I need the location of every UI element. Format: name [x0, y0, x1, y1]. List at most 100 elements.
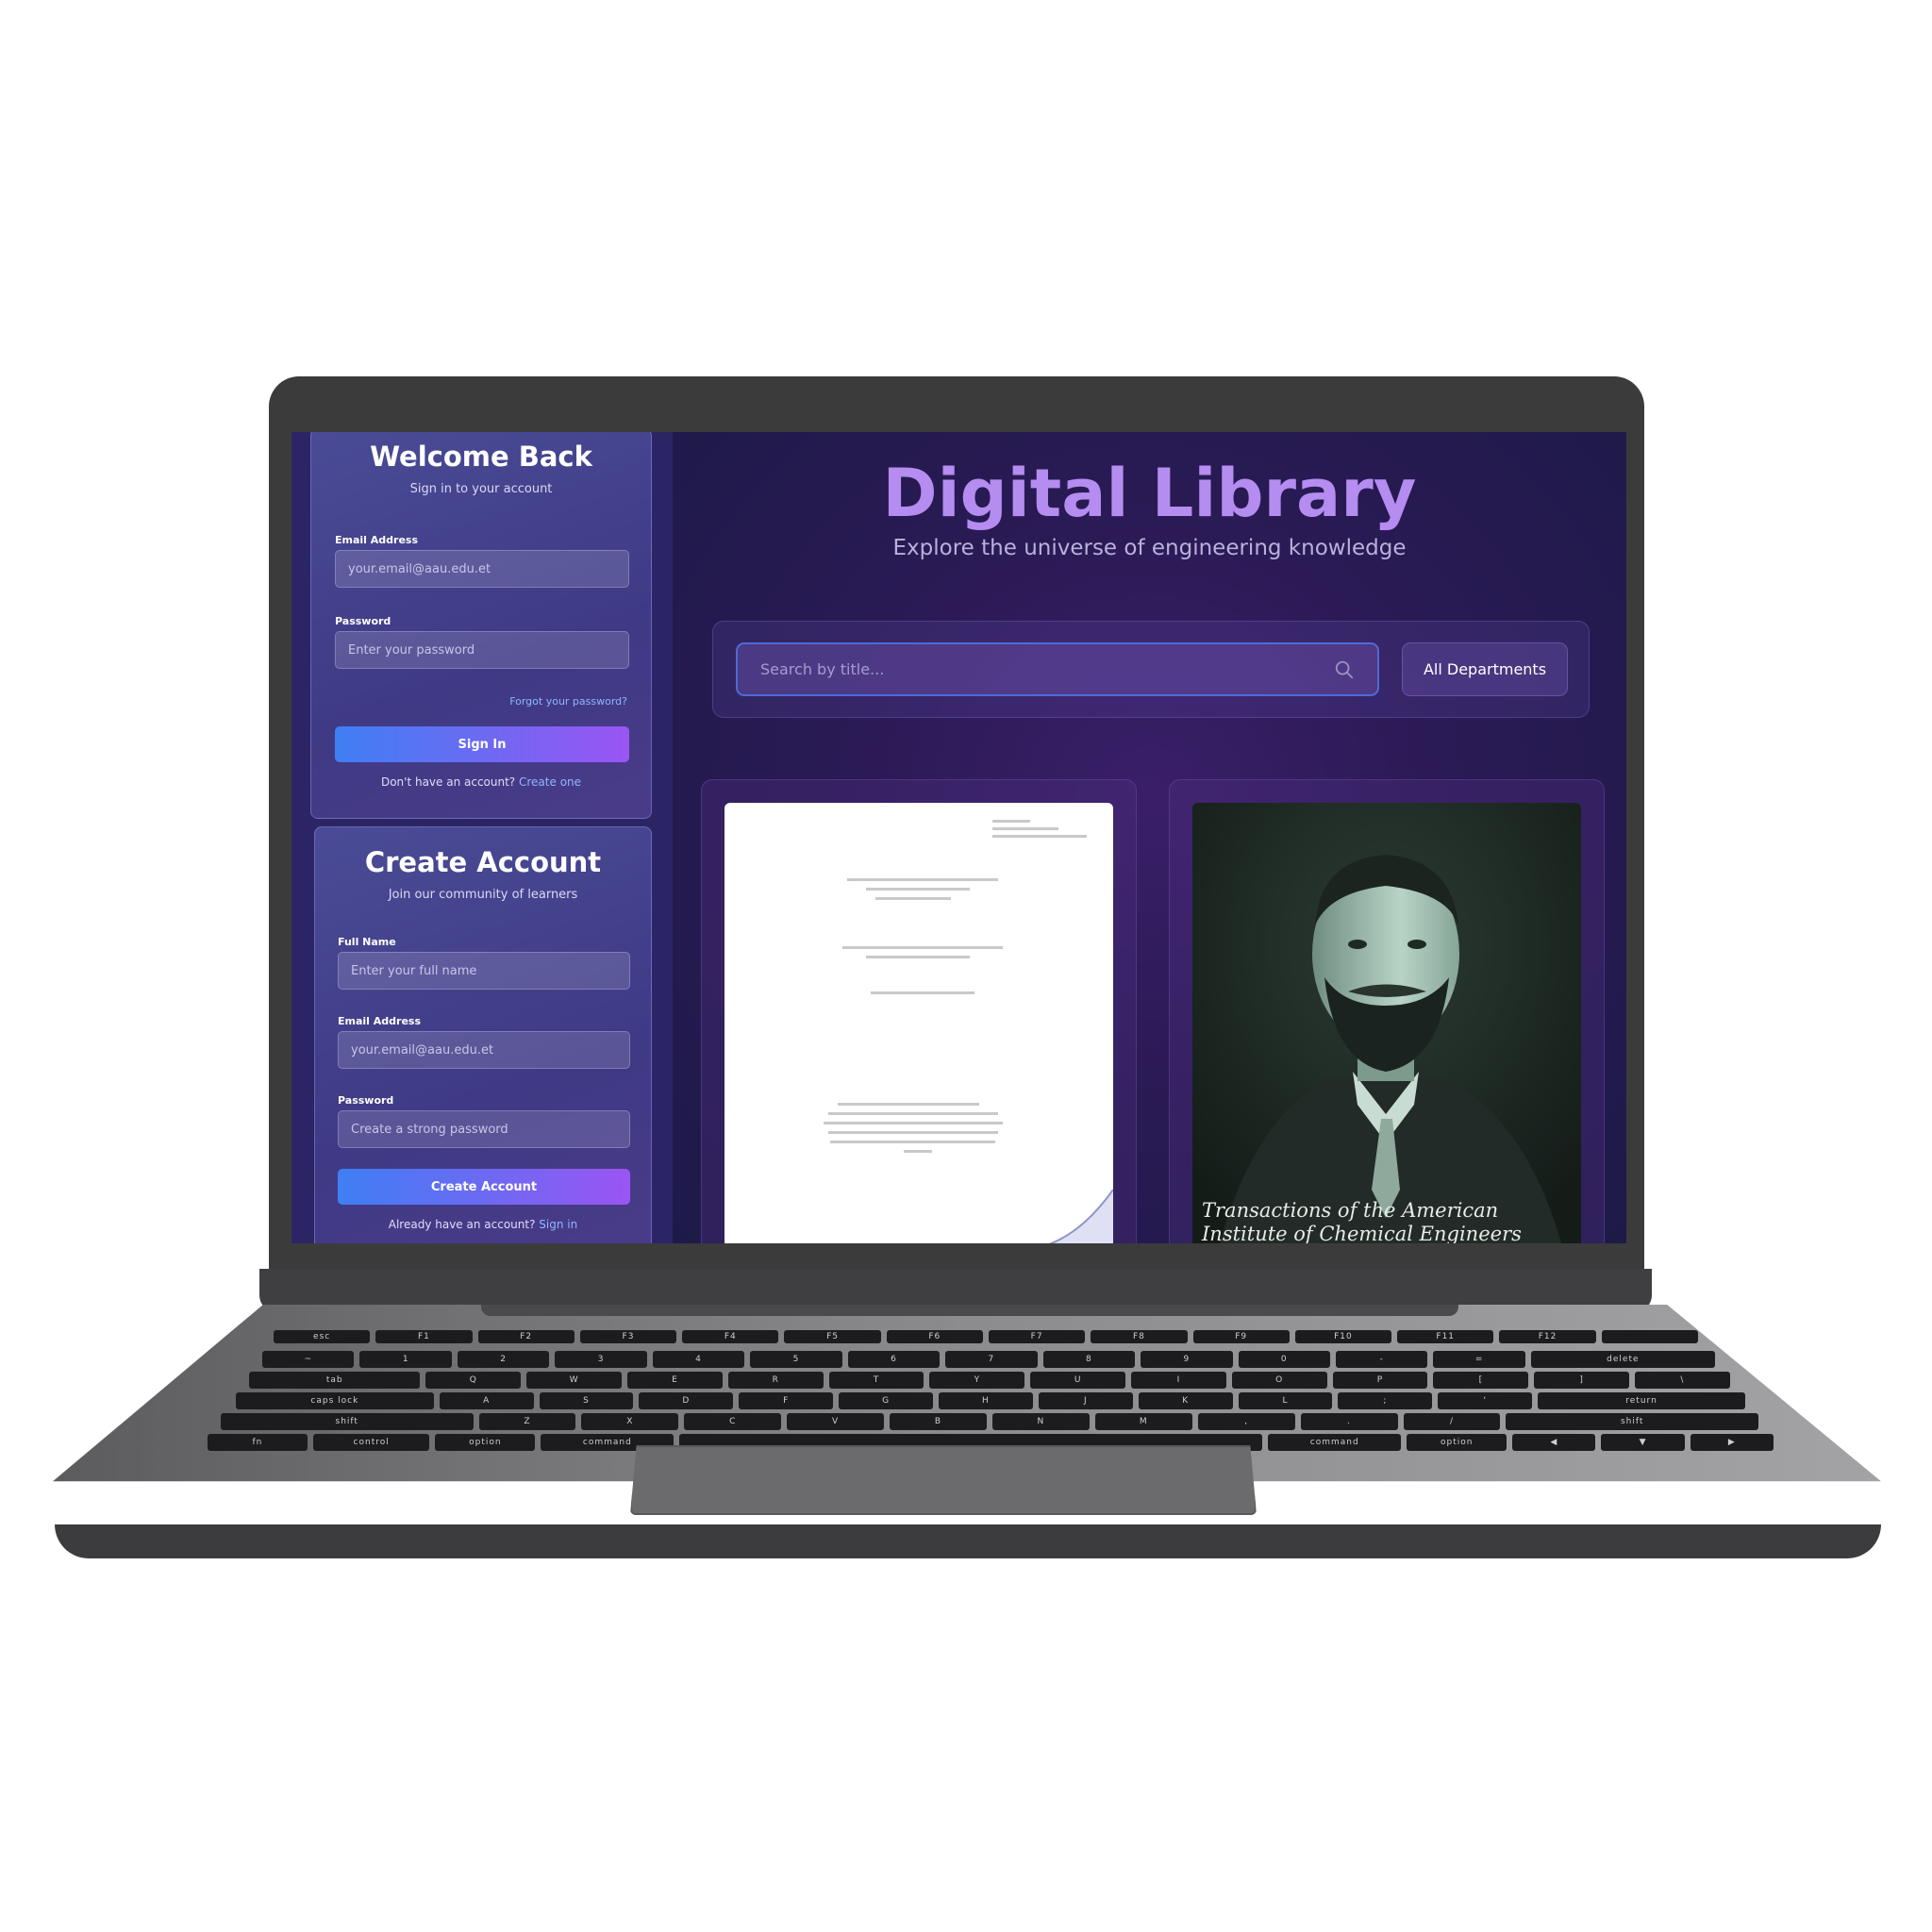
keyboard-key: tab	[249, 1372, 421, 1389]
book-cover-portrait: Transactions of the American Institute o…	[1192, 803, 1581, 1243]
keyboard-key: return	[1538, 1392, 1745, 1409]
keyboard-key: E	[627, 1372, 723, 1389]
keyboard-key: 5	[750, 1351, 842, 1368]
keyboard-key: 7	[945, 1351, 1038, 1368]
portrait-image	[1192, 803, 1581, 1243]
keyboard-key: F7	[988, 1330, 1086, 1343]
keyboard-key: S	[539, 1392, 634, 1409]
keyboard-key: option	[435, 1434, 536, 1451]
keyboard-key: caps lock	[236, 1392, 434, 1409]
login-title: Welcome Back	[370, 441, 592, 473]
page-curl-icon	[1048, 1190, 1113, 1243]
keyboard-key: 6	[847, 1351, 941, 1368]
keyboard-key: G	[839, 1392, 934, 1409]
keyboard-key: ◀	[1512, 1434, 1596, 1451]
keyboard-key: F4	[682, 1330, 779, 1343]
register-footer-text: Already have an account?	[388, 1218, 536, 1231]
keyboard-key: J	[1038, 1392, 1133, 1409]
search-panel: Search by title... All Departments	[712, 621, 1590, 718]
keyboard-key: C	[684, 1413, 782, 1430]
keyboard-key: F2	[477, 1330, 575, 1343]
register-email-label: Email Address	[338, 1015, 422, 1027]
keyboard-row-function: esc F1 F2 F3 F4 F5 F6 F7 F8 F9 F10 F11 F12	[274, 1330, 1698, 1343]
keyboard-key: .	[1300, 1413, 1398, 1430]
keyboard-key: ~	[262, 1351, 355, 1368]
keyboard-key: F5	[784, 1330, 881, 1343]
login-card: Welcome Back Sign in to your account Ema…	[310, 432, 652, 819]
login-footer: Don't have an account? Create one	[311, 775, 651, 789]
register-email-field[interactable]: your.email@aau.edu.et	[338, 1031, 630, 1069]
keyboard-key: D	[639, 1392, 734, 1409]
keyboard-key: ,	[1197, 1413, 1295, 1430]
login-email-field[interactable]: your.email@aau.edu.et	[335, 550, 629, 588]
keyboard-key: 3	[555, 1351, 647, 1368]
keyboard-key: F6	[886, 1330, 983, 1343]
create-one-link[interactable]: Create one	[519, 775, 581, 789]
keyboard: esc F1 F2 F3 F4 F5 F6 F7 F8 F9 F10 F11 F12 ~1 2 3 4 5 6 7 8…	[160, 1319, 1774, 1451]
login-email-label: Email Address	[335, 534, 419, 546]
keyboard-row-shift: shift Z X C V B N M,. / shift	[221, 1413, 1758, 1430]
keyboard-key: P	[1332, 1372, 1428, 1389]
keyboard-key: shift	[221, 1413, 474, 1430]
keyboard-key: fn	[208, 1434, 308, 1451]
sign-in-link[interactable]: Sign in	[539, 1218, 577, 1231]
login-subtitle: Sign in to your account	[409, 482, 553, 496]
register-subtitle: Join our community of learners	[388, 888, 578, 902]
create-account-button[interactable]: Create Account	[338, 1169, 630, 1205]
keyboard-key: 9	[1141, 1351, 1233, 1368]
keyboard-row-numbers: ~1 2 3 4 5 6 7 8 9 0- = delete	[262, 1351, 1715, 1368]
keyboard-key: Q	[425, 1372, 522, 1389]
book-card[interactable]	[701, 779, 1137, 1243]
keyboard-key: F3	[579, 1330, 677, 1343]
register-card: Create Account Join our community of lea…	[314, 826, 652, 1243]
keyboard-key: ]	[1534, 1372, 1630, 1389]
keyboard-key: ;	[1338, 1392, 1433, 1409]
keyboard-key: N	[991, 1413, 1090, 1430]
keyboard-key: O	[1231, 1372, 1327, 1389]
keyboard-key: 2	[457, 1351, 550, 1368]
sign-in-button[interactable]: Sign In	[335, 726, 629, 762]
keyboard-key: delete	[1530, 1351, 1715, 1368]
keyboard-key: F10	[1294, 1330, 1392, 1343]
keyboard-key: [	[1433, 1372, 1529, 1389]
keyboard-key: W	[526, 1372, 623, 1389]
search-icon[interactable]	[1334, 659, 1355, 680]
department-filter-button[interactable]: All Departments	[1402, 642, 1568, 696]
keyboard-key: U	[1030, 1372, 1126, 1389]
keyboard-key: '	[1438, 1392, 1533, 1409]
page-title: Digital Library	[882, 455, 1417, 532]
register-name-label: Full Name	[338, 936, 396, 948]
keyboard-key: Z	[478, 1413, 576, 1430]
keyboard-key: =	[1433, 1351, 1525, 1368]
keyboard-key: F11	[1397, 1330, 1494, 1343]
keyboard-key: ▶	[1690, 1434, 1774, 1451]
register-password-field[interactable]: Create a strong password	[338, 1110, 630, 1148]
keyboard-key: \	[1635, 1372, 1730, 1389]
search-input[interactable]: Search by title...	[736, 642, 1379, 696]
keyboard-key: F9	[1192, 1330, 1290, 1343]
keyboard-key: B	[890, 1413, 987, 1430]
login-password-field[interactable]: Enter your password	[335, 631, 629, 669]
keyboard-key: /	[1403, 1413, 1501, 1430]
keyboard-key: 8	[1042, 1351, 1136, 1368]
keyboard-key: 1	[359, 1351, 452, 1368]
keyboard-key: control	[312, 1434, 430, 1451]
keyboard-key: shift	[1506, 1413, 1758, 1430]
forgot-password-link[interactable]: Forgot your password?	[509, 695, 627, 708]
cover-caption-line2: Institute of Chemical Engineers	[1202, 1223, 1522, 1243]
laptop-base-edge	[55, 1524, 1881, 1558]
keyboard-key: Y	[929, 1372, 1025, 1389]
keyboard-key: R	[727, 1372, 824, 1389]
keyboard-row-home: caps lock A S D F G H J K L; ' return	[236, 1392, 1745, 1409]
login-password-label: Password	[335, 615, 391, 627]
book-card[interactable]: Transactions of the American Institute o…	[1169, 779, 1605, 1243]
keyboard-key: I	[1131, 1372, 1226, 1389]
keyboard-key: 0	[1238, 1351, 1330, 1368]
keyboard-key: F	[739, 1392, 834, 1409]
keyboard-key	[1601, 1330, 1698, 1343]
cover-caption-line1: Transactions of the American	[1202, 1199, 1499, 1222]
keyboard-key: F1	[375, 1330, 473, 1343]
keyboard-key: esc	[274, 1330, 371, 1343]
register-name-field[interactable]: Enter your full name	[338, 952, 630, 990]
book-cover-document	[724, 803, 1113, 1243]
